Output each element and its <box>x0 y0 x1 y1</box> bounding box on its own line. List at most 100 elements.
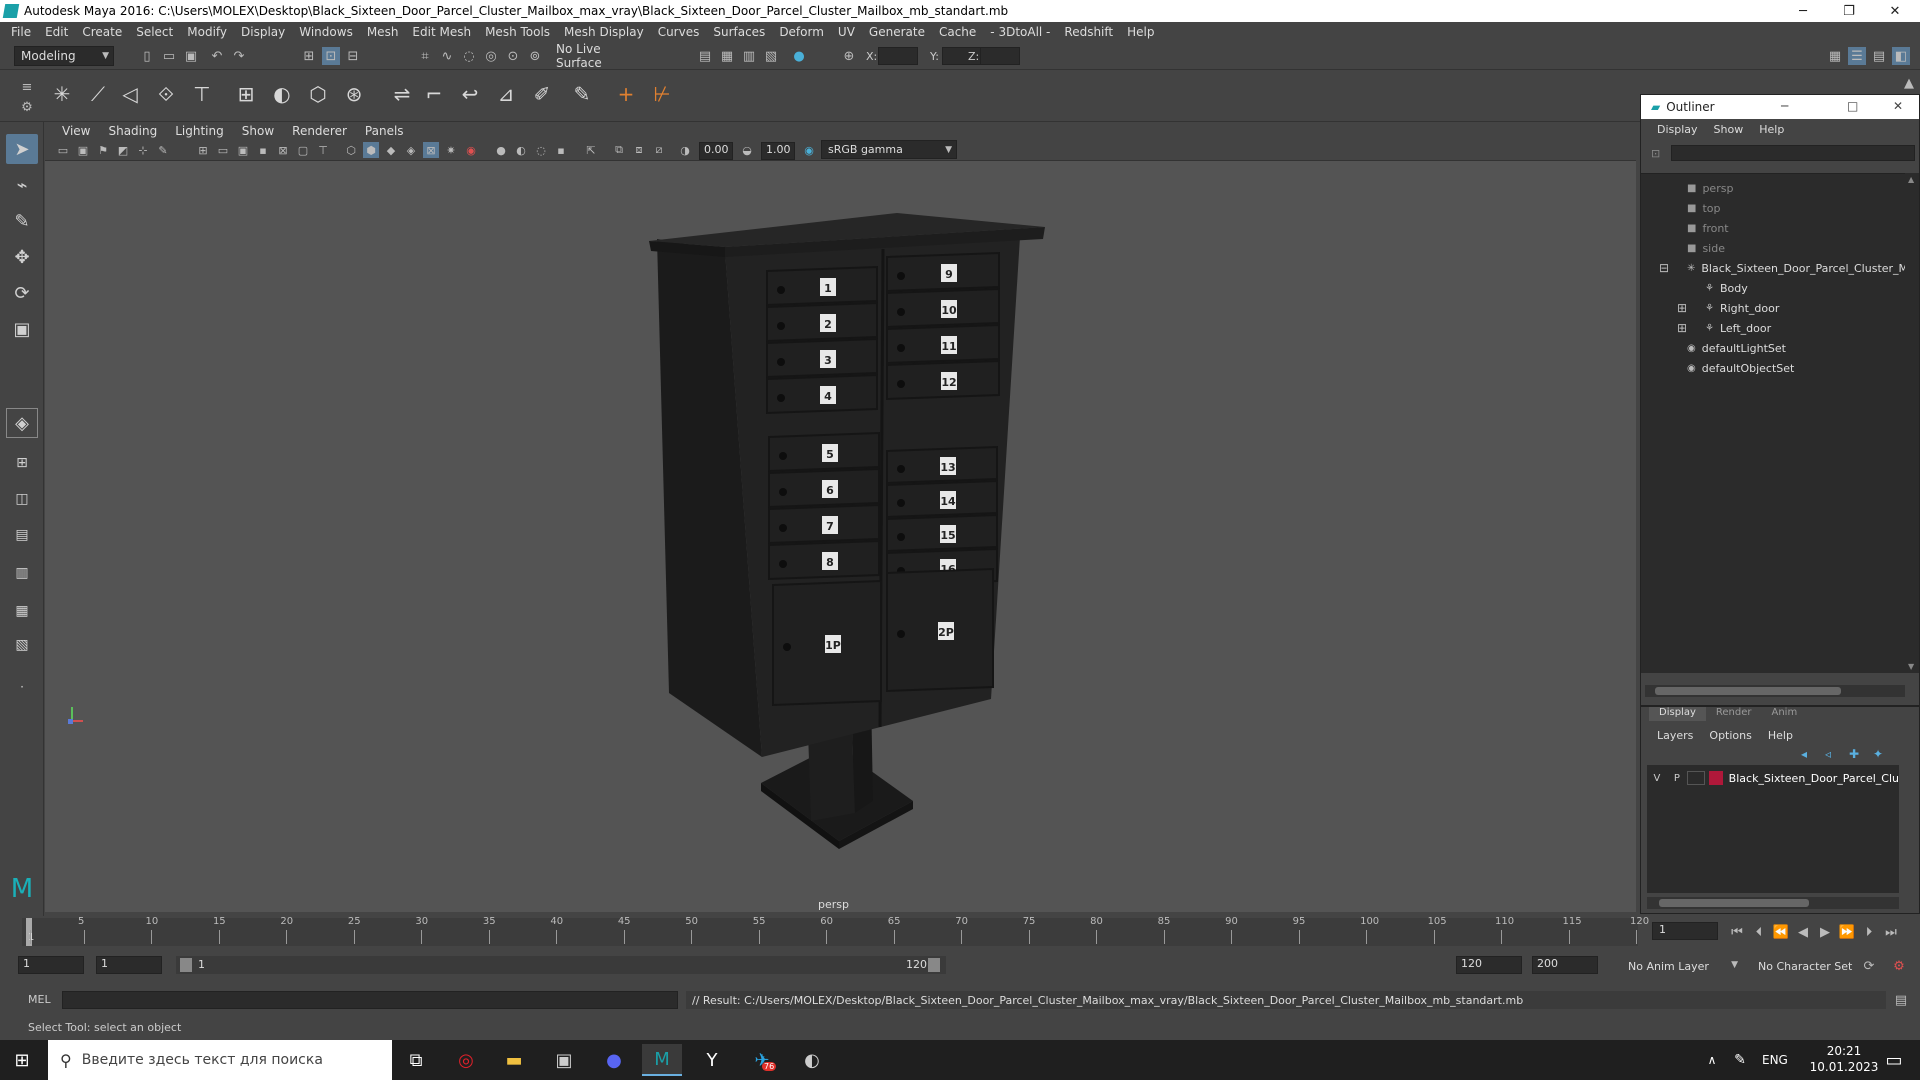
maya-taskbar-icon[interactable]: M <box>642 1044 682 1076</box>
play-backwards-icon[interactable]: ◀ <box>1794 923 1812 941</box>
range-end-handle[interactable] <box>928 958 940 972</box>
select-object-icon[interactable]: ⊡ <box>322 47 340 65</box>
restore-button[interactable]: ❐ <box>1826 0 1872 22</box>
outliner-item-right-door[interactable]: ⊞ ⚘ Right_door <box>1641 298 1779 318</box>
outliner-item-front[interactable]: ■ front <box>1641 218 1729 238</box>
move-layer-down-icon[interactable]: ◃ <box>1825 747 1831 761</box>
layer-type-toggle[interactable] <box>1686 771 1705 785</box>
tray-expand-icon[interactable]: ∧ <box>1700 1044 1724 1076</box>
exposure-field[interactable]: 0.00 <box>699 142 733 160</box>
outliner-menu-show[interactable]: Show <box>1706 123 1752 136</box>
snap-live-icon[interactable]: ⊚ <box>526 47 544 65</box>
auto-key-icon[interactable]: ⟳ <box>1860 957 1878 975</box>
depth-of-field-icon[interactable]: ▪ <box>553 142 569 158</box>
safe-title-icon[interactable]: ⊤ <box>315 142 331 158</box>
start-time-field[interactable]: 1 <box>18 956 84 974</box>
safe-action-icon[interactable]: ▢ <box>295 142 311 158</box>
step-back-icon[interactable]: ⏴ <box>1750 923 1768 941</box>
app2-icon[interactable]: ◐ <box>792 1044 832 1076</box>
menu-redshift[interactable]: Redshift <box>1057 25 1120 39</box>
channel-box-icon[interactable]: ◧ <box>1892 47 1910 65</box>
layer-tab-render[interactable]: Render <box>1706 707 1762 721</box>
outliner-item-defaultlightset[interactable]: ◉ defaultLightSet <box>1641 338 1786 358</box>
menu-mesh-display[interactable]: Mesh Display <box>557 25 651 39</box>
menu-mesh[interactable]: Mesh <box>360 25 406 39</box>
exposure-icon[interactable]: ◑ <box>677 142 693 158</box>
snap-grid-icon[interactable]: ⌗ <box>416 47 434 65</box>
persp-viewport[interactable]: 1 2 3 4 5 6 7 8 9 10 11 12 13 14 15 16 1P 2P persp <box>45 161 1636 912</box>
single-view-layout-icon[interactable]: ◈ <box>6 408 38 438</box>
snap-curve-icon[interactable]: ∿ <box>438 47 456 65</box>
step-forward-icon[interactable]: ⏵ <box>1860 923 1878 941</box>
menu-mesh-tools[interactable]: Mesh Tools <box>478 25 557 39</box>
outliner-item-defaultobjectset[interactable]: ◉ defaultObjectSet <box>1641 358 1794 378</box>
clock-date[interactable]: 10.01.2023 <box>1804 1060 1884 1074</box>
outliner-item-body[interactable]: ⚘ Body <box>1641 278 1748 298</box>
outliner-menu-help[interactable]: Help <box>1751 123 1792 136</box>
go-to-start-icon[interactable]: ⏮ <box>1728 923 1746 941</box>
locator-icon[interactable]: + <box>612 80 640 108</box>
undo-icon[interactable]: ↶ <box>208 47 226 65</box>
opera-icon[interactable]: ◎ <box>446 1044 486 1076</box>
snap-point-icon[interactable]: ◌ <box>460 47 478 65</box>
layer-color-swatch[interactable] <box>1708 771 1723 785</box>
2d-pan-zoom-icon[interactable]: ⊹ <box>135 142 151 158</box>
menu-select[interactable]: Select <box>129 25 180 39</box>
lasso-tool-icon[interactable]: ⌁ <box>6 170 38 200</box>
bind-skin-icon[interactable]: ⟐ <box>152 80 180 108</box>
redo-icon[interactable]: ↷ <box>230 47 248 65</box>
outliner-vscrollbar[interactable]: ▲ ▼ <box>1905 173 1919 673</box>
motion-blur-icon[interactable]: ◐ <box>513 142 529 158</box>
copy-skin-icon[interactable]: ⌐ <box>420 80 448 108</box>
ambient-occlusion-icon[interactable]: ● <box>493 142 509 158</box>
cluster-icon[interactable]: ⊛ <box>340 80 368 108</box>
shelf-menu-icon[interactable]: ≡ <box>18 78 36 96</box>
render-frame-icon[interactable]: ▦ <box>718 47 736 65</box>
task-view-icon[interactable]: ⧉ <box>396 1044 436 1076</box>
expand-icon[interactable]: ⊞ <box>1677 301 1687 315</box>
step-forward-key-icon[interactable]: ⏩ <box>1838 923 1856 941</box>
hypershade-layout-icon[interactable]: ▦ <box>6 596 38 626</box>
minimize-button[interactable]: ─ <box>1780 0 1826 22</box>
outliner-hscroll-thumb[interactable] <box>1655 687 1841 695</box>
mirror-skin-icon[interactable]: ⇌ <box>388 80 416 108</box>
pen-icon[interactable]: ✎ <box>1728 1044 1752 1076</box>
field-chart-icon[interactable]: ⊠ <box>275 142 291 158</box>
camera-select-icon[interactable]: ▭ <box>55 142 71 158</box>
script-layout-icon[interactable]: ▧ <box>6 630 38 660</box>
ipr-render-icon[interactable]: ▥ <box>740 47 758 65</box>
outliner-filter-icon[interactable]: ⊡ <box>1651 147 1660 160</box>
file-explorer-icon[interactable]: ▬ <box>494 1044 534 1076</box>
use-lights-icon[interactable]: ✷ <box>443 142 459 158</box>
language-indicator[interactable]: ENG <box>1762 1053 1788 1067</box>
outliner-close-button[interactable]: ✕ <box>1893 99 1903 113</box>
menu-cache[interactable]: Cache <box>932 25 983 39</box>
snap-surface-icon[interactable]: ⊙ <box>504 47 522 65</box>
gate-mask-icon[interactable]: ▪ <box>255 142 271 158</box>
viewport-menu-lighting[interactable]: Lighting <box>166 124 233 138</box>
layer-visibility-toggle[interactable]: V <box>1647 773 1667 784</box>
prune-weights-icon[interactable]: ✎ <box>568 80 596 108</box>
image-plane-icon[interactable]: ◩ <box>115 142 131 158</box>
menu-edit[interactable]: Edit <box>38 25 75 39</box>
wireframe-icon[interactable]: ⬡ <box>343 142 359 158</box>
xray-icon[interactable]: ◈ <box>403 142 419 158</box>
range-bar[interactable]: 1 120 <box>176 956 946 974</box>
character-set-selector[interactable]: No Character Set <box>1752 956 1872 976</box>
menu-help[interactable]: Help <box>1120 25 1161 39</box>
outliner-item-top[interactable]: ■ top <box>1641 198 1720 218</box>
range-start-handle[interactable] <box>180 958 192 972</box>
select-tool-icon[interactable]: ➤ <box>6 134 38 164</box>
grease-pencil-icon[interactable]: ✎ <box>155 142 171 158</box>
menu-uv[interactable]: UV <box>831 25 862 39</box>
clock-time[interactable]: 20:21 <box>1814 1044 1874 1058</box>
move-tool-icon[interactable]: ✥ <box>6 242 38 272</box>
smooth-bind-icon[interactable]: ⊤ <box>188 80 216 108</box>
sculpt-icon[interactable]: ◐ <box>268 80 296 108</box>
scale-tool-icon[interactable]: ▣ <box>6 314 38 344</box>
select-hierarchy-icon[interactable]: ⊞ <box>300 47 318 65</box>
menu-file[interactable]: File <box>4 25 38 39</box>
textured-icon[interactable]: ⊠ <box>423 142 439 158</box>
new-layer-selected-icon[interactable]: ✦ <box>1873 747 1883 761</box>
outliner-item-left-door[interactable]: ⊞ ⚘ Left_door <box>1641 318 1771 338</box>
